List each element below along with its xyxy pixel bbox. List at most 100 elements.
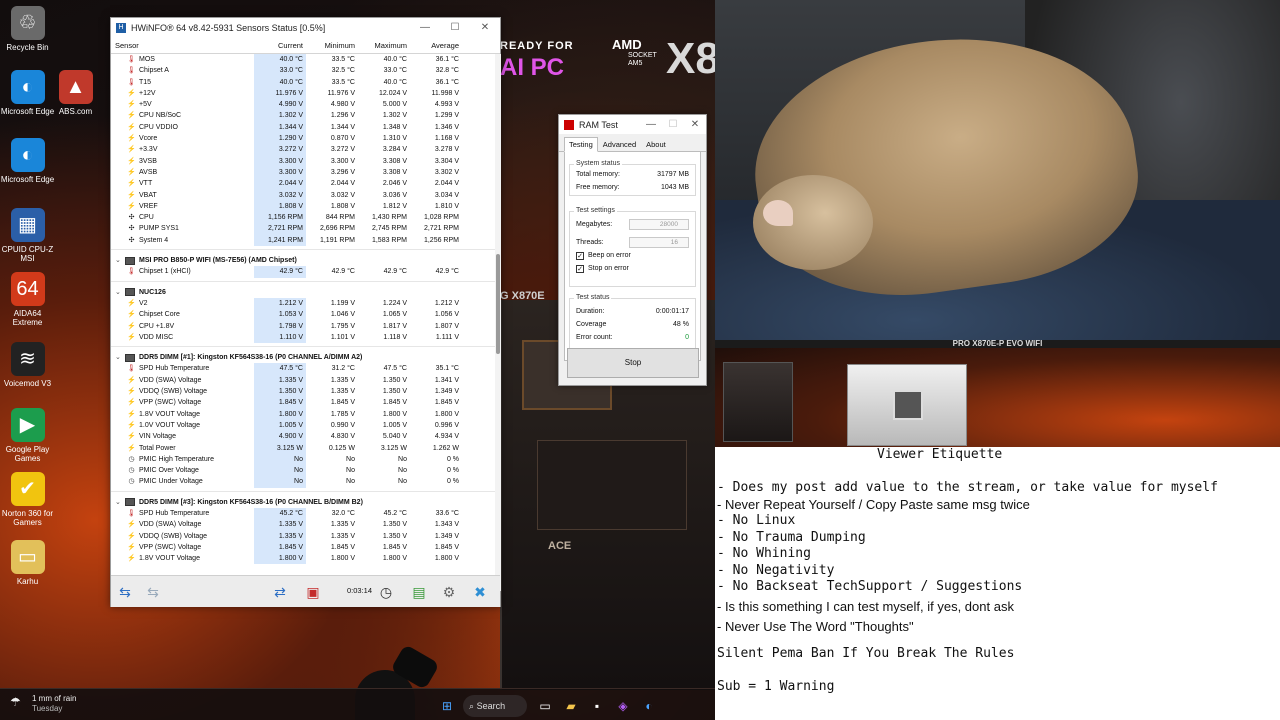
desktop-icon[interactable]: ▶ Google Play Games xyxy=(0,408,55,463)
minimize-icon[interactable]: — xyxy=(410,22,440,33)
sensor-row[interactable]: ⚡ VDD (SWA) Voltage 1.335 V 1.335 V 1.350 V1… xyxy=(111,519,495,531)
sensor-row[interactable]: ⚡ 1.0V VOUT Voltage 1.005 V 0.990 V 1.005 V0… xyxy=(111,419,495,432)
sensor-row[interactable]: 🌡 MOS 40.0 °C 33.5 °C 40.0 °C 36.1 °C xyxy=(111,54,495,66)
column-header-average[interactable]: Average xyxy=(410,41,462,50)
sensor-row[interactable]: ⚡ +3.3V 3.272 V 3.272 V 3.284 V 3.278 V xyxy=(111,144,495,156)
stop-on-error-checkbox[interactable]: ✓ Stop on error xyxy=(570,262,695,275)
arrow-left-right-disabled-icon[interactable]: ⇆ xyxy=(141,581,165,603)
arrow-left-right-icon[interactable]: ⇆ xyxy=(113,581,137,603)
sensor-row[interactable]: 🌡 Chipset 1 (xHCI) 42.9 °C 42.9 °C 42.9 °C 42… xyxy=(111,266,495,278)
sensor-row[interactable]: ◷ PMIC Over Voltage No No No 0 % xyxy=(111,465,495,477)
sensor-group-header[interactable]: ⌄ MSI PRO B850-P WIFI (MS-7E56) (AMD Chip… xyxy=(111,255,495,266)
sensor-row[interactable]: ✣ PUMP SYS1 2,721 RPM 2,696 RPM 2,745 RPM 2,7… xyxy=(111,223,495,235)
sensor-row[interactable]: ◷ PMIC High Temperature No No No 0 % xyxy=(111,453,495,466)
column-header-sensor[interactable]: Sensor xyxy=(111,41,254,50)
gear-icon[interactable]: ⚙ xyxy=(437,581,461,603)
sensor-row[interactable]: ⚡ +12V 11.976 V 11.976 V 12.024 V 11.998 V xyxy=(111,87,495,100)
edge-icon[interactable]: ◐ xyxy=(639,696,659,716)
desktop-icon[interactable]: ▦ CPUID CPU-Z MSI xyxy=(0,208,55,263)
windows-start-icon[interactable]: ⊞ xyxy=(437,696,457,716)
sensor-row[interactable]: ⚡ CPU NB/SoC 1.302 V 1.296 V 1.302 V 1.299 V xyxy=(111,110,495,122)
sensor-row[interactable]: ⚡ VREF 1.808 V 1.808 V 1.812 V 1.810 V xyxy=(111,200,495,213)
sensor-row[interactable]: ✣ System 4 1,241 RPM 1,191 RPM 1,583 RPM 1,25… xyxy=(111,234,495,247)
app-icon[interactable]: ▪ xyxy=(587,696,607,716)
beep-on-error-checkbox[interactable]: ✓ Beep on error xyxy=(570,249,695,262)
sensor-row[interactable]: ⚡ CPU VDDIO 1.344 V 1.344 V 1.348 V 1.346 V xyxy=(111,121,495,134)
tab-testing[interactable]: Testing xyxy=(564,137,598,152)
network-icon[interactable]: ⇄ xyxy=(268,581,292,603)
sensor-group-name: NUC126 xyxy=(139,288,166,296)
sensor-row[interactable]: 🌡 SPD Hub Temperature 47.5 °C 31.2 °C 47.5 °… xyxy=(111,363,495,375)
minimize-icon[interactable]: — xyxy=(640,119,662,130)
tab-advanced[interactable]: Advanced xyxy=(598,137,641,152)
desktop-icon[interactable]: ▲ ABS.com xyxy=(48,70,103,116)
desktop-icon[interactable]: ◐ Microsoft Edge xyxy=(0,138,55,184)
sensor-row[interactable]: ⚡ VTT 2.044 V 2.044 V 2.046 V 2.044 V xyxy=(111,178,495,190)
tab-about[interactable]: About xyxy=(641,137,671,152)
ramtest-titlebar[interactable]: RAM Test — ☐ ✕ xyxy=(559,115,706,134)
sensor-row[interactable]: ⚡ VDDQ (SWB) Voltage 1.350 V 1.335 V 1.350 V… xyxy=(111,386,495,398)
sensor-row[interactable]: ⚡ 3VSB 3.300 V 3.300 V 3.308 V 3.304 V xyxy=(111,155,495,167)
sensor-row[interactable]: ⚡ VDD (SWA) Voltage 1.335 V 1.335 V 1.350 V1… xyxy=(111,374,495,387)
log-icon[interactable]: ▤ xyxy=(407,581,431,603)
sensor-row[interactable]: ⚡ VPP (SWC) Voltage 1.845 V 1.845 V 1.845 V1… xyxy=(111,541,495,554)
sensor-row[interactable]: 🌡 T15 40.0 °C 33.5 °C 40.0 °C 36.1 °C xyxy=(111,76,495,88)
chevron-down-icon[interactable]: ⌄ xyxy=(115,287,125,298)
sensor-row[interactable]: ⚡ 1.8V VOUT Voltage 1.800 V 1.785 V 1.800 V1… xyxy=(111,408,495,420)
search-box[interactable]: ⌕ Search xyxy=(463,695,527,717)
sensor-group-header[interactable]: ⌄ DDR5 DIMM [#3]: Kingston KF564S38-16 (P… xyxy=(111,497,495,508)
copilot-icon[interactable]: ◈ xyxy=(613,696,633,716)
sensor-row[interactable]: ⚡ VPP (SWC) Voltage 1.845 V 1.845 V 1.845 V1… xyxy=(111,397,495,409)
maximize-icon[interactable]: ☐ xyxy=(662,119,684,130)
hwinfo-titlebar[interactable]: H HWiNFO® 64 v8.42-5931 Sensors Status [… xyxy=(111,18,500,37)
sensor-row[interactable]: ⚡ +5V 4.990 V 4.980 V 5.000 V 4.993 V xyxy=(111,99,495,111)
column-header-minimum[interactable]: Minimum xyxy=(306,41,358,50)
desktop-icon[interactable]: 64 AIDA64 Extreme xyxy=(0,272,55,327)
desktop-icon[interactable]: ♲ Recycle Bin xyxy=(0,6,55,52)
close-icon[interactable]: ✕ xyxy=(470,22,500,33)
chevron-down-icon[interactable]: ⌄ xyxy=(115,497,125,508)
chevron-down-icon[interactable]: ⌄ xyxy=(115,255,125,266)
chip-icon xyxy=(125,353,135,362)
stop-button[interactable]: Stop xyxy=(567,348,699,378)
file-explorer-icon[interactable]: ▰ xyxy=(561,696,581,716)
chevron-down-icon[interactable]: ⌄ xyxy=(115,352,125,363)
sensor-group-header[interactable]: ⌄ NUC126 xyxy=(111,287,495,298)
exit-icon[interactable]: ✖ xyxy=(468,581,492,603)
close-icon[interactable]: ✕ xyxy=(684,119,706,130)
sensor-row[interactable]: ⚡ CPU +1.8V 1.798 V 1.795 V 1.817 V 1.807 V xyxy=(111,320,495,332)
hwinfo-column-header[interactable]: Sensor Current Minimum Maximum Average xyxy=(111,37,500,54)
hwinfo-window[interactable]: H HWiNFO® 64 v8.42-5931 Sensors Status [… xyxy=(110,17,501,607)
desktop-icon[interactable]: ✔ Norton 360 for Gamers xyxy=(0,472,55,527)
sensor-row[interactable]: ⚡ VDDQ (SWB) Voltage 1.335 V 1.335 V 1.350 V… xyxy=(111,530,495,542)
sensor-row[interactable]: ⚡ Total Power 3.125 W 0.125 W 3.125 W 1.262 W xyxy=(111,442,495,454)
sensor-row[interactable]: ⚡ 1.8V VOUT Voltage 1.800 V 1.800 V 1.800 V1… xyxy=(111,553,495,565)
hwinfo-scrollbar[interactable] xyxy=(495,54,501,591)
desktop-icon[interactable]: ◐ Microsoft Edge xyxy=(0,70,55,116)
hwinfo-sensor-table[interactable]: 🌡 MOS 40.0 °C 33.5 °C 40.0 °C 36.1 °C 🌡 Chipset… xyxy=(111,54,495,591)
sensor-row[interactable]: 🌡 Chipset A 33.0 °C 32.5 °C 33.0 °C 32.8 °C xyxy=(111,65,495,77)
sensor-row[interactable]: ◷ PMIC Under Voltage No No No 0 % xyxy=(111,476,495,488)
megabytes-input[interactable]: 28000 xyxy=(629,219,689,230)
desktop-icon[interactable]: ▭ Karhu xyxy=(0,540,55,586)
threads-input[interactable]: 16 xyxy=(629,237,689,248)
desktop-icon[interactable]: ≋ Voicemod V3 xyxy=(0,342,55,388)
task-view-icon[interactable]: ▭ xyxy=(535,696,555,716)
sensor-row[interactable]: ⚡ Chipset Core 1.053 V 1.046 V 1.065 V 1.056 … xyxy=(111,309,495,321)
sensor-row[interactable]: ⚡ V2 1.212 V 1.199 V 1.224 V 1.212 V xyxy=(111,297,495,310)
column-header-maximum[interactable]: Maximum xyxy=(358,41,410,50)
maximize-icon[interactable]: ☐ xyxy=(440,22,470,33)
clock-icon[interactable]: ◷ xyxy=(374,581,398,603)
sensor-row[interactable]: ⚡ VBAT 3.032 V 3.032 V 3.036 V 3.034 V xyxy=(111,189,495,201)
ramtest-window[interactable]: RAM Test — ☐ ✕ Testing Advanced About Sy… xyxy=(558,114,707,386)
search-label: Search xyxy=(476,701,506,711)
sensor-group-header[interactable]: ⌄ DDR5 DIMM [#1]: Kingston KF564S38-16 (P… xyxy=(111,352,495,363)
sensor-row[interactable]: ⚡ Vcore 1.290 V 0.870 V 1.310 V 1.168 V xyxy=(111,133,495,145)
sensor-row[interactable]: ⚡ VIN Voltage 4.900 V 4.830 V 5.040 V 4.934 V xyxy=(111,431,495,443)
sensor-row[interactable]: ✣ CPU 1,156 RPM 844 RPM 1,430 RPM 1,028 RPM xyxy=(111,212,495,224)
sensor-row[interactable]: ⚡ AVSB 3.300 V 3.296 V 3.308 V 3.302 V xyxy=(111,166,495,179)
sensor-row[interactable]: 🌡 SPD Hub Temperature 45.2 °C 32.0 °C 45.2 °… xyxy=(111,507,495,520)
sensor-config-icon[interactable]: ▣ xyxy=(301,581,325,603)
sensor-row[interactable]: ⚡ VDD MISC 1.110 V 1.101 V 1.118 V 1.111 V xyxy=(111,331,495,344)
column-header-current[interactable]: Current xyxy=(254,41,306,50)
